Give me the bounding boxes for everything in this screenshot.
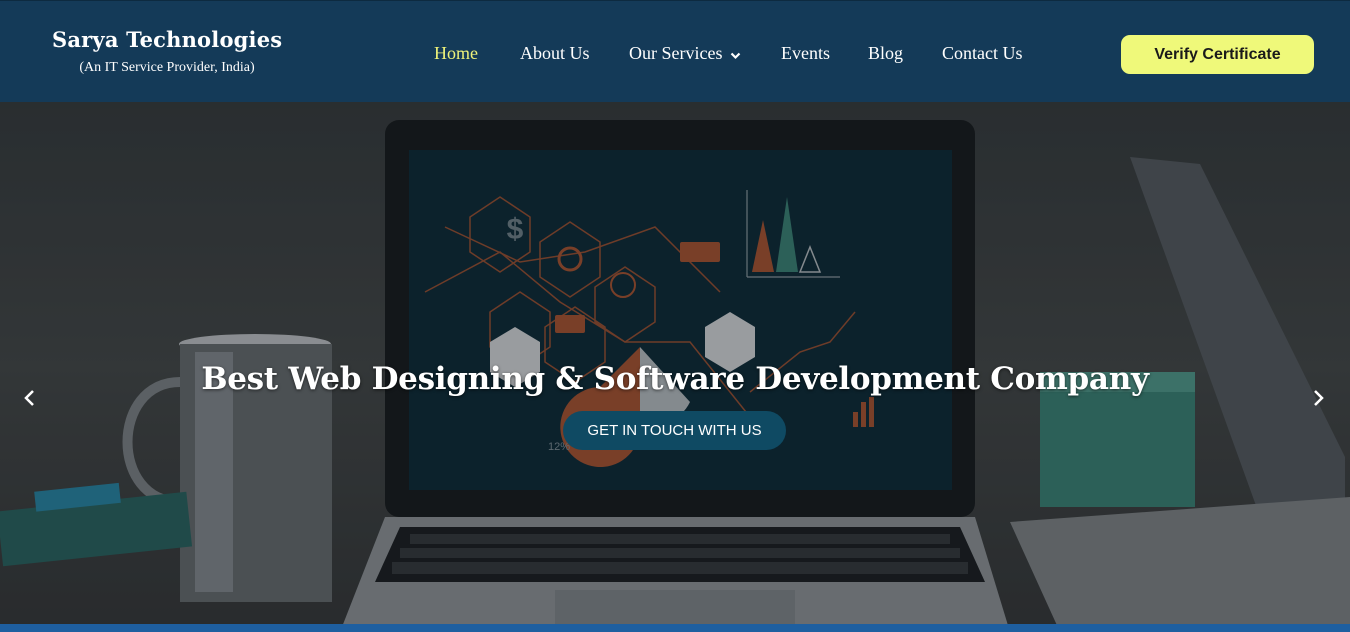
verify-certificate-button[interactable]: Verify Certificate (1121, 35, 1314, 74)
nav-contact-us[interactable]: Contact Us (942, 43, 1023, 64)
hero-carousel: $ 12% Best Web Designing & Software Deve… (0, 102, 1350, 632)
arrow-left-icon[interactable] (18, 386, 42, 410)
nav-blog[interactable]: Blog (868, 43, 903, 64)
nav-our-services[interactable]: Our Services (629, 43, 741, 65)
nav-our-services-label: Our Services (629, 43, 723, 63)
nav-home[interactable]: Home (434, 43, 478, 64)
os-taskbar (0, 624, 1350, 632)
brand-tagline: (An IT Service Provider, India) (79, 60, 255, 75)
brand-name[interactable]: Sarya Technologies (52, 27, 282, 52)
arrow-right-icon[interactable] (1306, 386, 1330, 410)
hero-title: Best Web Designing & Software Developmen… (201, 360, 1149, 397)
brand[interactable]: Sarya Technologies (An IT Service Provid… (52, 27, 282, 76)
navbar: Sarya Technologies (An IT Service Provid… (0, 0, 1350, 102)
chevron-down-icon (730, 44, 741, 65)
nav-events[interactable]: Events (781, 43, 830, 64)
nav-about-us[interactable]: About Us (520, 43, 590, 64)
get-in-touch-button[interactable]: GET IN TOUCH WITH US (563, 411, 786, 450)
